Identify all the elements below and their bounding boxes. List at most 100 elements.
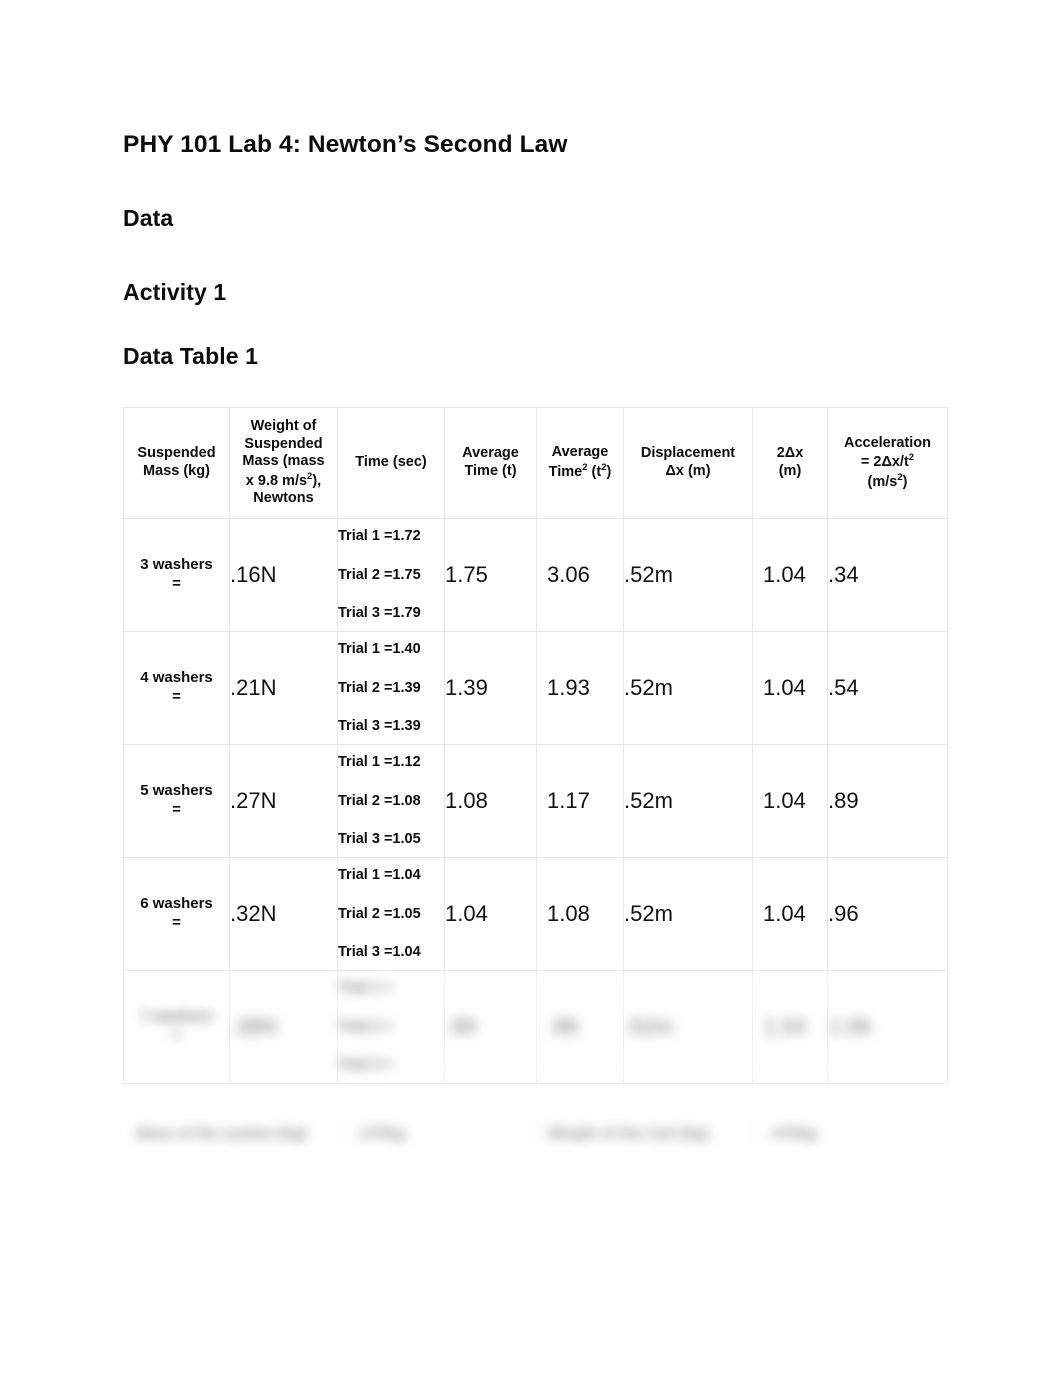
header-line: Average (462, 445, 519, 462)
trial-1: Trial 1 = (338, 980, 393, 997)
trial-3: Trial 3 = (338, 1057, 393, 1074)
cell-trials: Trial 1 =1.40 Trial 2 =1.39 Trial 3 =1.3… (337, 631, 445, 745)
cell-line: = (172, 575, 181, 592)
header-line: Mass (mass (242, 453, 325, 470)
header-line: ) (902, 473, 908, 490)
col-header-acceleration: Acceleration = 2Δx/t2 (m/s2) (827, 407, 948, 519)
header-line: Suspended (137, 445, 216, 462)
table-body: 3 washers = .16N Trial 1 =1.72 Trial 2 =… (123, 518, 948, 1084)
cell-displacement: .52m (623, 857, 753, 971)
cell-acceleration: .54 (827, 631, 948, 745)
page-title: PHY 101 Lab 4: Newton’s Second Law (123, 131, 568, 158)
cell-average-time: 1.75 (444, 518, 537, 632)
col-header-two-delta-x: 2Δx (m) (752, 407, 828, 519)
cell-displacement: .52m (623, 970, 753, 1084)
header-line: Δx (m) (665, 463, 711, 479)
trial-2: Trial 2 =1.08 (338, 792, 421, 809)
cell-line: 4 washers (140, 669, 213, 687)
header-line: Time (t) (464, 463, 517, 479)
col-header-displacement: Displacement Δx (m) (623, 407, 753, 519)
trial-3: Trial 3 =1.39 (338, 718, 421, 735)
cell-line: 6 washers (140, 895, 213, 913)
trial-3: Trial 3 =1.05 (338, 831, 421, 848)
cell-average-time: 1.39 (444, 631, 537, 745)
header-line: Displacement (640, 445, 736, 462)
cell-line: = (172, 1027, 181, 1044)
cell-two-delta-x: 1.04 (752, 857, 828, 971)
trial-2: Trial 2 =1.05 (338, 905, 421, 922)
cell-weight: .38N (229, 970, 338, 1084)
table-row: 3 washers = .16N Trial 1 =1.72 Trial 2 =… (123, 518, 948, 632)
cell-line: = (172, 688, 181, 705)
cell-acceleration: .89 (827, 744, 948, 858)
cell-average-time-squared: 1.17 (536, 744, 624, 858)
cell-suspended-mass: 3 washers = (123, 518, 230, 632)
cell-trials: Trial 1 =1.72 Trial 2 =1.75 Trial 3 =1.7… (337, 518, 445, 632)
header-line: Average (551, 444, 609, 461)
header-line: 2Δx (776, 445, 804, 462)
cell-two-delta-x: 1.04 (752, 970, 828, 1084)
trial-1: Trial 1 =1.12 (338, 754, 421, 771)
cell-average-time-squared: 3.06 (536, 518, 624, 632)
cell-line: 5 washers (140, 782, 213, 800)
cell-weight: .16N (229, 518, 338, 632)
cell-trials: Trial 1 =1.04 Trial 2 =1.05 Trial 3 =1.0… (337, 857, 445, 971)
cell-line: 3 washers (140, 556, 213, 574)
header-line: Time (sec) (355, 454, 427, 471)
cell-suspended-mass: 4 washers = (123, 631, 230, 745)
col-header-average-time-squared: Average Time2 (t2) (536, 407, 624, 519)
header-superscript: 2 (908, 452, 915, 464)
header-line: x 9.8 m/s (245, 472, 308, 489)
cell-two-delta-x: 1.04 (752, 518, 828, 632)
col-header-average-time: Average Time (t) (444, 407, 537, 519)
trial-3: Trial 3 =1.79 (338, 605, 421, 622)
header-line: (m) (778, 463, 802, 479)
summary-bar-blurred: Mass of the system (kg) .070kg Weight of… (123, 1106, 947, 1160)
header-line: = 2Δx/t (860, 454, 909, 471)
summary-value-system-mass: .070kg (345, 1107, 535, 1159)
summary-value-cart-weight: .070kg (757, 1107, 947, 1159)
cell-acceleration: .34 (827, 518, 948, 632)
cell-suspended-mass: 6 washers = (123, 857, 230, 971)
header-line: (m/s (867, 473, 898, 490)
cell-average-time-squared: 1.08 (536, 857, 624, 971)
cell-average-time: 1.08 (444, 744, 537, 858)
cell-line: 7 washers (140, 1008, 213, 1026)
cell-two-delta-x: 1.04 (752, 744, 828, 858)
table-row: 6 washers = .32N Trial 1 =1.04 Trial 2 =… (123, 857, 948, 971)
header-line: ), (312, 472, 322, 489)
cell-weight: .27N (229, 744, 338, 858)
section-heading-activity: Activity 1 (123, 279, 227, 305)
cell-line: = (172, 914, 181, 931)
cell-average-time: 1.04 (444, 857, 537, 971)
cell-average-time-squared: 1.93 (536, 631, 624, 745)
section-heading-data: Data (123, 205, 174, 231)
col-header-time-sec: Time (sec) (337, 407, 445, 519)
summary-label-cart-weight: Weight of the Cart (kg) (535, 1107, 757, 1159)
cell-suspended-mass: 5 washers = (123, 744, 230, 858)
trial-1: Trial 1 =1.04 (338, 867, 421, 884)
header-line: ) (606, 463, 612, 480)
header-line: Suspended (244, 435, 323, 452)
cell-acceleration: 1.06 (827, 970, 948, 1084)
cell-two-delta-x: 1.04 (752, 631, 828, 745)
cell-acceleration: .96 (827, 857, 948, 971)
header-line: Newtons (253, 490, 314, 507)
cell-displacement: .52m (623, 744, 753, 858)
header-line: Time (548, 463, 583, 480)
cell-line: = (172, 801, 181, 818)
data-table-1-container: Suspended Mass (kg) Weight of Suspended … (123, 407, 948, 1084)
trial-3: Trial 3 =1.04 (338, 944, 421, 961)
table-row: 4 washers = .21N Trial 1 =1.40 Trial 2 =… (123, 631, 948, 745)
trial-1: Trial 1 =1.72 (338, 528, 421, 545)
section-heading-data-table: Data Table 1 (123, 343, 258, 369)
document-page: PHY 101 Lab 4: Newton’s Second Law Data … (0, 0, 1062, 1377)
data-table-1: Suspended Mass (kg) Weight of Suspended … (123, 407, 948, 1084)
table-header-row: Suspended Mass (kg) Weight of Suspended … (123, 407, 948, 519)
table-header: Suspended Mass (kg) Weight of Suspended … (123, 407, 948, 519)
header-line: (t (587, 463, 602, 480)
trial-2: Trial 2 =1.75 (338, 566, 421, 583)
cell-suspended-mass: 7 washers = (123, 970, 230, 1084)
col-header-suspended-mass: Suspended Mass (kg) (123, 407, 230, 519)
summary-label-system-mass: Mass of the system (kg) (123, 1107, 345, 1159)
